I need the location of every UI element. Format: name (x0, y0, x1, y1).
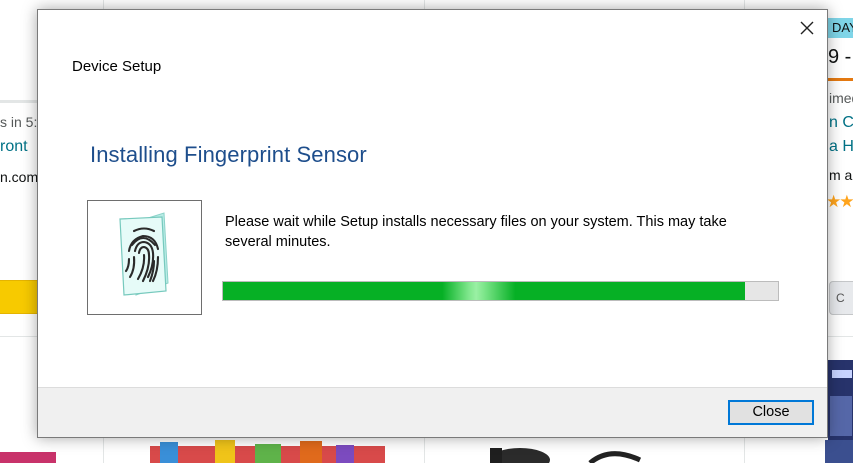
bg-product-link-line2[interactable]: a He (829, 138, 853, 156)
dialog-title: Device Setup (72, 58, 162, 75)
install-progress-bar (222, 281, 779, 301)
device-icon-frame (87, 200, 202, 315)
bg-claimed-bar (827, 78, 853, 81)
bg-product-link[interactable]: ront (0, 138, 28, 156)
close-icon[interactable] (795, 16, 819, 40)
bg-price-text: 9 - (828, 46, 852, 68)
bg-see-options-button[interactable]: C (829, 281, 853, 315)
page-heading: Installing Fingerprint Sensor (90, 142, 367, 167)
progress-fill (223, 282, 745, 300)
status-message: Please wait while Setup installs necessa… (225, 214, 727, 250)
bg-seller-text: m a (829, 167, 853, 183)
dialog-footer: Close (38, 387, 827, 437)
bg-add-to-cart-button[interactable] (0, 280, 40, 314)
star-rating-icon: ★★ (826, 192, 853, 211)
fingerprint-icon (119, 212, 169, 296)
bg-deal-badge: DAY (828, 18, 853, 38)
bg-claimed-text: imed (829, 90, 853, 106)
bg-seller-text: n.com (0, 169, 39, 185)
bg-product-images (0, 440, 853, 463)
bg-timer-bar (0, 100, 37, 103)
close-button[interactable]: Close (728, 400, 814, 425)
bg-deal-timer: s in 5: (0, 114, 38, 130)
bg-product-thumbnail (828, 360, 853, 440)
bg-product-link[interactable]: n Cl (829, 114, 853, 132)
device-setup-dialog: Device Setup Installing Fingerprint Sens… (37, 9, 828, 438)
